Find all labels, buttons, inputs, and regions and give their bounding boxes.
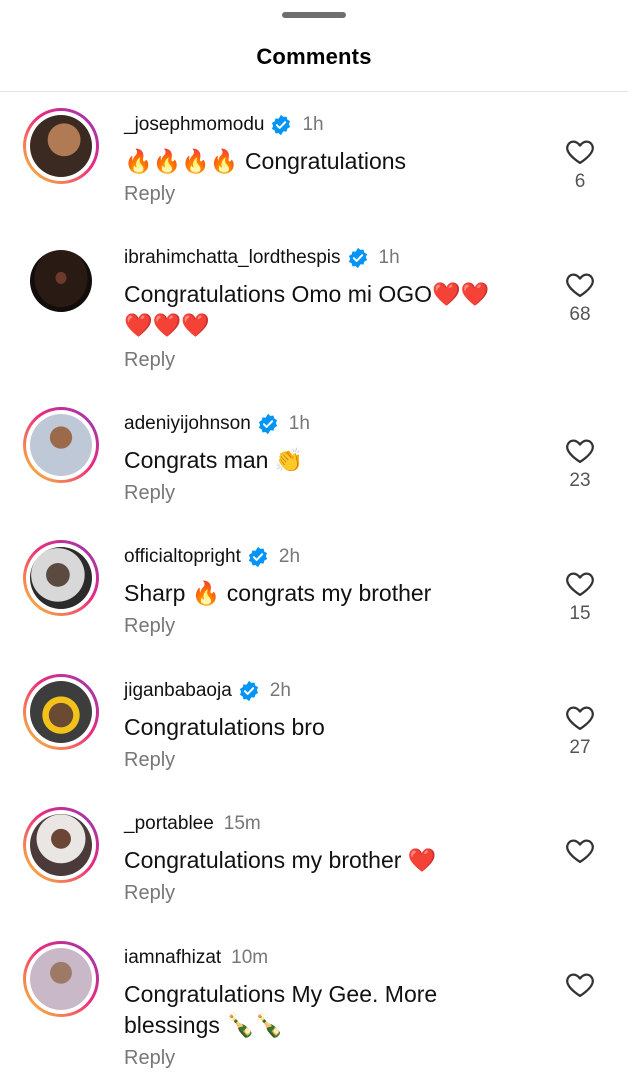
verified-badge-icon bbox=[258, 413, 277, 435]
comment-time: 15m bbox=[223, 813, 261, 834]
comment-meta: ibrahimchatta_lordthespis 1h bbox=[124, 247, 400, 269]
comment-text: Congratulations my brother ❤️ bbox=[124, 847, 437, 873]
comment-time: 1h bbox=[378, 247, 400, 268]
like-count: 15 bbox=[569, 603, 591, 624]
page-title: Comments bbox=[256, 44, 372, 69]
comment-time: 1h bbox=[288, 413, 310, 434]
username[interactable]: _josephmomodu bbox=[124, 114, 264, 136]
verified-badge-icon bbox=[272, 114, 291, 136]
like-control: 68 bbox=[562, 270, 598, 326]
avatar[interactable] bbox=[23, 674, 99, 750]
username[interactable]: officialtopright bbox=[124, 546, 241, 568]
like-control: 23 bbox=[562, 436, 598, 492]
verified-badge-icon bbox=[348, 247, 367, 269]
comment-meta: jiganbabaoja 2h bbox=[124, 680, 291, 702]
avatar[interactable] bbox=[23, 108, 99, 184]
like-control: 15 bbox=[562, 569, 598, 625]
comment-item: _josephmomodu 1h 🔥🔥🔥🔥 Congratulations Re… bbox=[0, 92, 628, 225]
heart-outline-icon[interactable] bbox=[565, 836, 595, 864]
username[interactable]: iamnafhizat bbox=[124, 947, 221, 969]
avatar[interactable] bbox=[23, 243, 99, 319]
username[interactable]: jiganbabaoja bbox=[124, 680, 232, 702]
reply-button[interactable]: Reply bbox=[124, 749, 175, 772]
comment-text: Congratulations Omo mi OGO❤️❤️❤️❤️❤️ bbox=[124, 281, 490, 338]
like-control: 27 bbox=[562, 703, 598, 759]
like-control bbox=[562, 970, 598, 1004]
heart-outline-icon[interactable] bbox=[565, 970, 595, 998]
comment-text: Congrats man 👏 bbox=[124, 447, 304, 473]
reply-button[interactable]: Reply bbox=[124, 482, 175, 505]
comment-text: 🔥🔥🔥🔥 Congratulations bbox=[124, 148, 407, 174]
comment-text: Congratulations My Gee. More blessings 🍾… bbox=[124, 981, 438, 1038]
like-count: 68 bbox=[569, 304, 591, 325]
comment-list: _josephmomodu 1h 🔥🔥🔥🔥 Congratulations Re… bbox=[0, 92, 628, 1075]
reply-button[interactable]: Reply bbox=[124, 1047, 175, 1070]
drag-handle[interactable] bbox=[282, 12, 346, 18]
verified-badge-icon bbox=[239, 680, 258, 702]
comment-meta: _josephmomodu 1h bbox=[124, 114, 324, 136]
username[interactable]: ibrahimchatta_lordthespis bbox=[124, 247, 341, 269]
heart-outline-icon[interactable] bbox=[565, 137, 595, 165]
heart-outline-icon[interactable] bbox=[565, 569, 595, 597]
comment-meta: iamnafhizat 10m bbox=[124, 947, 268, 969]
comment-item: adeniyijohnson 1h Congrats man 👏 Reply 2… bbox=[0, 391, 628, 524]
reply-button[interactable]: Reply bbox=[124, 882, 175, 905]
username[interactable]: adeniyijohnson bbox=[124, 413, 251, 435]
comment-meta: adeniyijohnson 1h bbox=[124, 413, 310, 435]
comment-time: 2h bbox=[269, 680, 291, 701]
verified-badge-icon bbox=[248, 546, 267, 568]
heart-outline-icon[interactable] bbox=[565, 436, 595, 464]
comment-text: Congratulations bro bbox=[124, 714, 325, 740]
comment-item: officialtopright 2h Sharp 🔥 congrats my … bbox=[0, 524, 628, 658]
comment-meta: _portablee 15m bbox=[124, 813, 261, 835]
comment-meta: officialtopright 2h bbox=[124, 546, 300, 568]
comments-sheet: Comments _josephmomodu 1h 🔥🔥🔥🔥 Congratul… bbox=[0, 0, 628, 1080]
comment-item: ibrahimchatta_lordthespis 1h Congratulat… bbox=[0, 225, 628, 391]
like-count: 6 bbox=[574, 171, 586, 192]
like-control: 6 bbox=[562, 137, 598, 193]
reply-button[interactable]: Reply bbox=[124, 349, 175, 372]
like-count: 27 bbox=[569, 737, 591, 758]
like-control bbox=[562, 836, 598, 870]
heart-outline-icon[interactable] bbox=[565, 270, 595, 298]
reply-button[interactable]: Reply bbox=[124, 615, 175, 638]
username[interactable]: _portablee bbox=[124, 813, 214, 835]
comment-item: jiganbabaoja 2h Congratulations bro Repl… bbox=[0, 658, 628, 791]
comment-item: _portablee 15m Congratulations my brothe… bbox=[0, 791, 628, 925]
reply-button[interactable]: Reply bbox=[124, 183, 175, 206]
like-count: 23 bbox=[569, 470, 591, 491]
avatar[interactable] bbox=[23, 807, 99, 883]
comment-time: 10m bbox=[231, 947, 269, 968]
sheet-header: Comments bbox=[0, 0, 628, 92]
comment-time: 2h bbox=[278, 546, 301, 567]
comment-time: 1h bbox=[302, 114, 324, 135]
avatar[interactable] bbox=[23, 407, 99, 483]
comment-text: Sharp 🔥 congrats my brother bbox=[124, 580, 432, 606]
comment-item: iamnafhizat 10m Congratulations My Gee. … bbox=[0, 925, 628, 1075]
heart-outline-icon[interactable] bbox=[565, 703, 595, 731]
avatar[interactable] bbox=[23, 941, 99, 1017]
avatar[interactable] bbox=[23, 540, 99, 616]
